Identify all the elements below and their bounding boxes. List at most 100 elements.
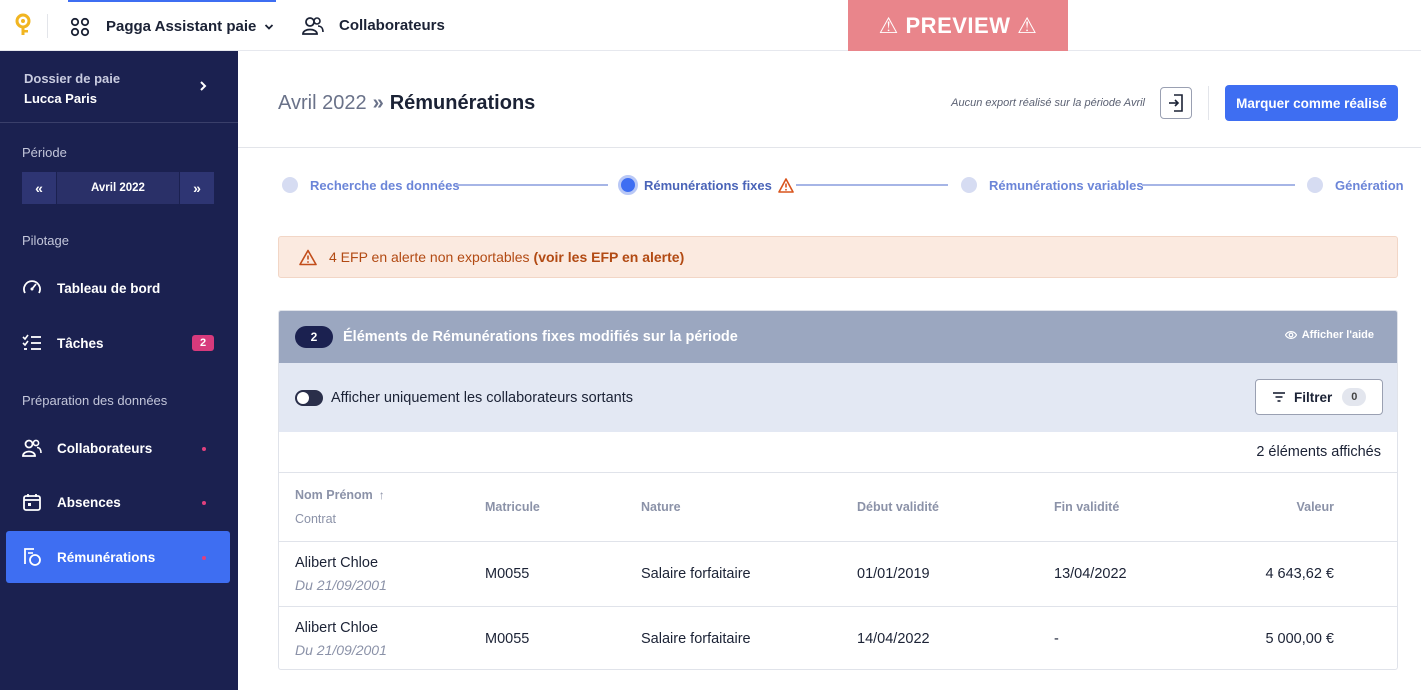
pilotage-section-title: Pilotage <box>22 233 69 248</box>
step-remunerations-variables[interactable]: Rémunérations variables <box>961 177 1144 193</box>
help-label: Afficher l'aide <box>1301 329 1374 341</box>
column-name-label: Nom Prénom <box>295 487 373 502</box>
column-header-valeur[interactable]: Valeur <box>1254 473 1397 542</box>
app-name: Pagga Assistant paie <box>106 18 257 35</box>
cell-name: Alibert Chloe Du 21/09/2001 <box>279 541 485 607</box>
calendar-icon <box>23 494 41 511</box>
filter-button[interactable]: Filtrer 0 <box>1255 379 1383 415</box>
remunerations-panel: 2 Éléments de Rémunérations fixes modifi… <box>278 310 1398 670</box>
previous-period-button[interactable]: « <box>22 172 56 204</box>
cell-valeur: 4 643,62 € <box>1254 541 1397 607</box>
breadcrumb-period[interactable]: Avril 2022 <box>278 92 367 115</box>
preparation-section-title: Préparation des données <box>22 393 168 408</box>
column-header-fin[interactable]: Fin validité <box>1054 473 1254 542</box>
app-switcher[interactable]: Pagga Assistant paie <box>68 0 277 51</box>
sidebar-item-remunerations[interactable]: Rémunérations <box>6 531 230 583</box>
step-generation[interactable]: Génération <box>1307 177 1404 193</box>
apps-grid-icon <box>70 17 90 36</box>
filter-label: Filtrer <box>1294 389 1333 405</box>
tasks-count-badge: 2 <box>192 335 214 351</box>
next-period-button[interactable]: » <box>180 172 214 204</box>
page-header: Avril 2022 » Rémunérations Aucun export … <box>238 51 1421 148</box>
progress-stepper: Recherche des données Rémunérations fixe… <box>278 173 1404 197</box>
export-status-text: Aucun export réalisé sur la période Avri… <box>951 97 1145 109</box>
sidebar-item-label: Rémunérations <box>57 549 156 565</box>
page-title: Rémunérations <box>389 92 536 114</box>
step-connector <box>796 184 948 186</box>
step-remunerations-fixes[interactable]: Rémunérations fixes <box>618 175 794 195</box>
step-label: Génération <box>1335 177 1404 193</box>
cell-debut: 01/01/2019 <box>857 541 1054 607</box>
period-value: Avril 2022 <box>57 172 179 204</box>
step-label: Rémunérations fixes <box>644 177 772 193</box>
sidebar-item-taches[interactable]: Tâches 2 <box>6 317 230 369</box>
warning-icon <box>299 249 317 265</box>
cell-fin: 13/04/2022 <box>1054 541 1254 607</box>
users-icon <box>302 16 324 35</box>
sidebar-item-collaborateurs[interactable]: Collaborateurs <box>6 422 230 474</box>
step-connector <box>1142 184 1295 186</box>
sidebar-item-label: Tâches <box>57 335 104 351</box>
warning-icon <box>778 177 794 193</box>
table-row[interactable]: Alibert Chloe Du 21/09/2001 M0055 Salair… <box>279 541 1397 607</box>
cell-nature: Salaire forfaitaire <box>641 541 857 607</box>
collaborateurs-label: Collaborateurs <box>339 17 445 34</box>
collaborateurs-link[interactable]: Collaborateurs <box>302 0 445 51</box>
show-help-link[interactable]: Afficher l'aide <box>1284 329 1374 341</box>
step-dot <box>1307 177 1323 193</box>
users-icon <box>22 439 42 457</box>
column-header-nature[interactable]: Nature <box>641 473 857 542</box>
dossier-selector[interactable]: Dossier de paie Lucca Paris <box>0 51 238 123</box>
efp-alert: 4 EFP en alerte non exportables (voir le… <box>278 236 1398 278</box>
contract-date: Du 21/09/2001 <box>295 641 387 658</box>
step-label: Recherche des données <box>310 177 460 193</box>
speedometer-icon <box>23 280 41 294</box>
dossier-label: Dossier de paie <box>24 71 121 86</box>
periode-section-title: Période <box>22 145 67 160</box>
filter-bar: Afficher uniquement les collaborateurs s… <box>279 363 1397 432</box>
cell-valeur: 5 000,00 € <box>1265 630 1334 647</box>
mark-done-button[interactable]: Marquer comme réalisé <box>1225 85 1398 121</box>
eye-icon <box>1284 331 1297 339</box>
cell-fin: - <box>1054 630 1059 647</box>
sidebar-item-tableau-de-bord[interactable]: Tableau de bord <box>6 262 230 314</box>
alert-link[interactable]: (voir les EFP en alerte) <box>534 249 685 265</box>
export-icon <box>1169 94 1183 112</box>
lucca-logo-icon[interactable] <box>12 13 34 37</box>
sidebar-item-label: Collaborateurs <box>57 440 153 456</box>
contract-date: Du 21/09/2001 <box>295 576 387 593</box>
task-list-icon <box>22 334 41 350</box>
cell-debut: 14/04/2022 <box>857 630 930 647</box>
column-contract-label: Contrat <box>295 511 336 526</box>
column-header-name[interactable]: Nom Prénom ↑ Contrat <box>279 473 485 542</box>
step-connector <box>456 184 608 186</box>
dossier-name: Lucca Paris <box>24 91 97 106</box>
elements-count-badge: 2 <box>295 326 333 348</box>
period-selector: « Avril 2022 » <box>22 172 214 204</box>
step-dot-current <box>618 175 638 195</box>
step-recherche[interactable]: Recherche des données <box>282 177 460 193</box>
cell-name: Alibert Chloe Du 21/09/2001 <box>279 606 485 669</box>
remunerations-table: Nom Prénom ↑ Contrat Matricule Nature Déb… <box>279 473 1397 669</box>
step-dot <box>282 177 298 193</box>
panel-title: Éléments de Rémunérations fixes modifiés… <box>343 329 738 345</box>
sidebar: Dossier de paie Lucca Paris Période « Av… <box>0 51 238 690</box>
export-button[interactable] <box>1160 87 1192 119</box>
filter-count-badge: 0 <box>1342 388 1367 406</box>
main-content: Avril 2022 » Rémunérations Aucun export … <box>238 51 1421 690</box>
notification-dot <box>202 556 206 560</box>
column-header-debut[interactable]: Début validité <box>857 473 1054 542</box>
top-bar: Pagga Assistant paie Collaborateurs ⚠ PR… <box>0 0 1421 51</box>
displayed-count: 2 éléments affichés <box>279 432 1397 473</box>
notification-dot <box>202 501 206 505</box>
table-row[interactable]: Alibert Chloe Du 21/09/2001 M0055 Salair… <box>279 606 1397 669</box>
sidebar-item-absences[interactable]: Absences <box>6 476 230 528</box>
chevron-down-icon <box>265 23 274 30</box>
employee-name: Alibert Chloe <box>295 619 379 636</box>
toggle-label: Afficher uniquement les collaborateurs s… <box>331 389 633 406</box>
sort-ascending-icon: ↑ <box>378 487 385 502</box>
sortants-toggle[interactable] <box>295 389 323 406</box>
column-header-matricule[interactable]: Matricule <box>485 473 641 542</box>
employee-name: Alibert Chloe <box>295 554 379 571</box>
filter-icon <box>1273 392 1285 402</box>
